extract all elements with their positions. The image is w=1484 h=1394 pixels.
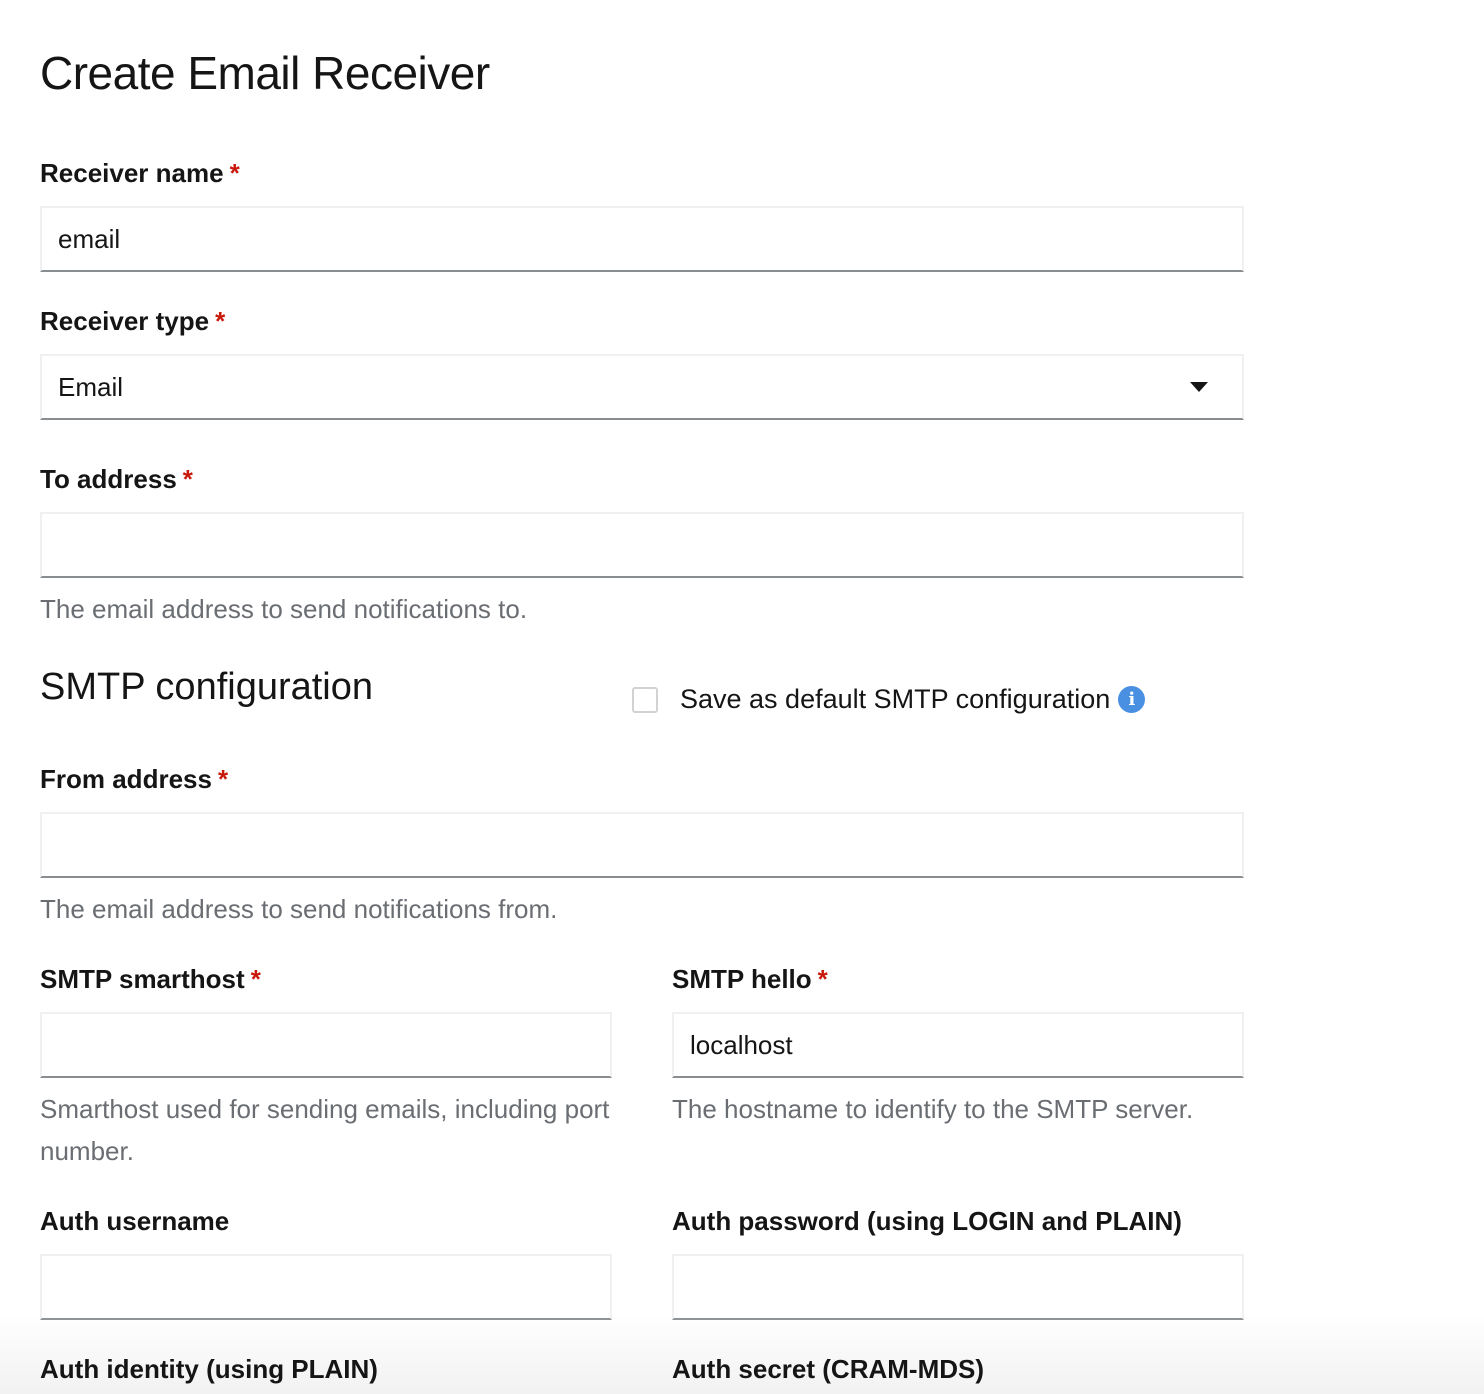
create-email-receiver-page: Create Email Receiver Receiver name* Rec… — [0, 0, 1484, 1394]
from-address-label-text: From address — [40, 764, 212, 794]
required-mark: * — [215, 306, 226, 336]
required-mark: * — [182, 464, 193, 494]
receiver-type-label-text: Receiver type — [40, 306, 210, 336]
required-mark: * — [229, 158, 240, 188]
smtp-hello-label: SMTP hello * — [672, 964, 828, 995]
smtp-hello-input[interactable] — [672, 1012, 1244, 1078]
from-address-help: The email address to send notifications … — [40, 894, 558, 924]
to-address-label: To address * — [40, 464, 193, 495]
required-mark: * — [250, 964, 261, 994]
receiver-type-label: Receiver type * — [40, 306, 225, 337]
auth-secret-label: Auth secret (CRAM-MDS) — [672, 1354, 984, 1384]
auth-username-label: Auth username — [40, 1206, 230, 1236]
auth-password-label: Auth password (using LOGIN and PLAIN) — [672, 1206, 1182, 1236]
smtp-smarthost-help: Smarthost used for sending emails, inclu… — [40, 1094, 610, 1166]
auth-username-input[interactable] — [40, 1254, 612, 1320]
from-address-input[interactable] — [40, 812, 1244, 878]
smtp-smarthost-input[interactable] — [40, 1012, 612, 1078]
info-circle-icon[interactable]: i — [1118, 686, 1146, 713]
to-address-help: The email address to send notifications … — [40, 594, 528, 624]
smtp-smarthost-label: SMTP smarthost * — [40, 964, 261, 995]
save-default-smtp-label[interactable]: Save as default SMTP configuration — [680, 684, 1110, 715]
smtp-hello-help: The hostname to identify to the SMTP ser… — [672, 1094, 1194, 1124]
smtp-section-title: SMTP configuration — [40, 666, 374, 708]
receiver-name-label-text: Receiver name — [40, 158, 224, 188]
receiver-type-select[interactable]: Email — [40, 354, 1244, 420]
required-mark: * — [817, 964, 828, 994]
smtp-hello-label-text: SMTP hello — [672, 964, 812, 994]
receiver-name-input[interactable] — [40, 206, 1244, 272]
smtp-smarthost-label-text: SMTP smarthost — [40, 964, 245, 994]
save-default-smtp-row: Save as default SMTP configuration i — [632, 684, 1146, 715]
receiver-type-selected-value: Email — [58, 371, 124, 402]
receiver-name-label: Receiver name * — [40, 158, 240, 189]
to-address-input[interactable] — [40, 512, 1244, 578]
caret-down-icon — [1190, 382, 1208, 392]
to-address-label-text: To address — [40, 464, 177, 494]
page-title: Create Email Receiver — [40, 47, 490, 99]
auth-password-input[interactable] — [672, 1254, 1244, 1320]
required-mark: * — [217, 764, 229, 794]
from-address-label: From address * — [40, 764, 228, 795]
auth-identity-label: Auth identity (using PLAIN) — [40, 1354, 378, 1384]
save-default-smtp-checkbox[interactable] — [632, 686, 658, 713]
